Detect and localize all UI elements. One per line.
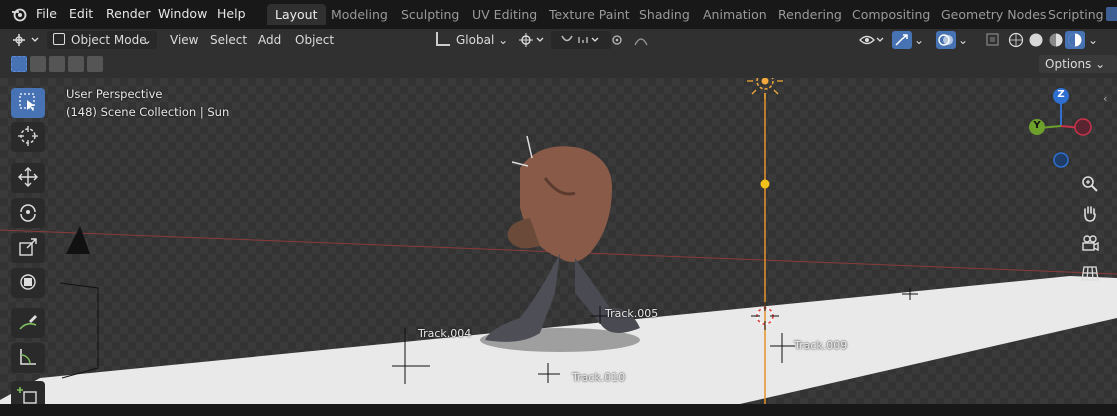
- select-mode-intersect-icon[interactable]: [87, 56, 103, 72]
- chevron-down-icon: ⌄: [498, 33, 509, 47]
- transform-tool[interactable]: [11, 268, 45, 298]
- shading-wireframe-icon[interactable]: [1007, 31, 1025, 49]
- track-label-010: Track.010: [572, 371, 626, 384]
- select-box-tool[interactable]: [11, 88, 45, 118]
- overlays-dropdown-icon[interactable]: ⌄: [958, 31, 968, 49]
- track-label-009: Track.009: [794, 339, 848, 352]
- hand-icon[interactable]: [1078, 201, 1102, 225]
- overlays-icon[interactable]: [936, 31, 956, 49]
- scale-tool[interactable]: [11, 233, 45, 263]
- move-tool[interactable]: [11, 163, 45, 193]
- sun-light-icon: [747, 78, 783, 99]
- rotate-tool[interactable]: [11, 198, 45, 228]
- transform-icon: [17, 271, 39, 296]
- tab-animation[interactable]: Animation: [695, 4, 775, 25]
- show-gizmo-icon[interactable]: [892, 31, 912, 49]
- select-mode-subtract-icon[interactable]: [49, 56, 65, 72]
- rotate-icon: [17, 201, 39, 226]
- 3d-viewport[interactable]: Z Y User Perspective (148) Scene Collect…: [0, 78, 1117, 404]
- shading-dropdown-icon[interactable]: ⌄: [1088, 31, 1098, 49]
- scene-collection-label: (148) Scene Collection | Sun: [66, 105, 230, 119]
- cone-object: [66, 226, 90, 254]
- blender-logo-icon[interactable]: [11, 6, 27, 25]
- zoom-icon[interactable]: [1078, 172, 1102, 196]
- visibility-icon[interactable]: [858, 31, 886, 49]
- menu-help[interactable]: Help: [217, 6, 246, 21]
- grid-icon[interactable]: [1078, 261, 1102, 285]
- options-label: Options: [1045, 57, 1092, 71]
- view-perspective-label: User Perspective: [66, 87, 163, 101]
- measure-icon: [17, 346, 39, 371]
- tab-layout[interactable]: Layout: [267, 4, 326, 25]
- tab-uv-editing[interactable]: UV Editing: [464, 4, 545, 25]
- menu-object[interactable]: Object: [295, 31, 334, 49]
- menu-edit[interactable]: Edit: [69, 6, 93, 21]
- track-label-005: Track.005: [605, 307, 659, 320]
- transform-orientation-dropdown[interactable]: Global ⌄: [436, 31, 508, 49]
- menu-select[interactable]: Select: [210, 31, 247, 49]
- gizmo-z-label[interactable]: Z: [1056, 89, 1066, 100]
- gizmo-dropdown-icon[interactable]: ⌄: [914, 31, 924, 49]
- add-cube-icon: [17, 384, 39, 405]
- editor-type-icon[interactable]: [10, 31, 40, 49]
- add-cube-tool[interactable]: [11, 381, 45, 404]
- camera-frustum: [59, 282, 99, 379]
- orientation-label: Global: [456, 33, 495, 47]
- select-mode-new-icon[interactable]: [11, 56, 27, 72]
- top-bar: File Edit Render Window Help Layout Mode…: [0, 0, 1117, 29]
- tool-settings-bar: Options ⌄: [0, 51, 1117, 78]
- scene-selector-icon[interactable]: [1106, 7, 1117, 21]
- tab-modeling[interactable]: Modeling: [323, 4, 396, 25]
- snap-icon[interactable]: [551, 31, 611, 49]
- tab-shading[interactable]: Shading: [631, 4, 698, 25]
- annotate-icon: [17, 311, 39, 336]
- tab-sculpting[interactable]: Sculpting: [393, 4, 467, 25]
- select-box-icon: [18, 92, 38, 115]
- viewport-header: Object Mode ⌄ View Select Add Object Glo…: [0, 29, 1117, 51]
- shading-material-icon[interactable]: [1047, 31, 1065, 49]
- select-mode-difference-icon[interactable]: [68, 56, 84, 72]
- chevron-down-icon: ⌄: [141, 33, 152, 47]
- tab-rendering[interactable]: Rendering: [770, 4, 850, 25]
- menu-add[interactable]: Add: [258, 31, 281, 49]
- proportional-editing-icon[interactable]: [608, 31, 662, 49]
- annotate-tool[interactable]: [11, 308, 45, 338]
- viewport-scene: [0, 78, 1117, 404]
- options-dropdown[interactable]: Options ⌄: [1039, 55, 1117, 73]
- cursor-tool[interactable]: [11, 122, 45, 152]
- mode-dropdown[interactable]: Object Mode ⌄: [47, 31, 157, 49]
- tab-compositing[interactable]: Compositing: [844, 4, 938, 25]
- menu-view[interactable]: View: [170, 31, 198, 49]
- menu-window[interactable]: Window: [158, 6, 207, 21]
- gizmo-y-label[interactable]: Y: [1032, 120, 1042, 131]
- sidebar-toggle-icon[interactable]: ‹: [1103, 92, 1107, 105]
- object-mode-icon: [53, 33, 65, 45]
- camera-icon[interactable]: [1078, 231, 1102, 255]
- tab-scripting[interactable]: Scripting: [1040, 4, 1108, 25]
- measure-tool[interactable]: [11, 343, 45, 373]
- sun-target-dot: [760, 179, 770, 189]
- shading-solid-icon[interactable]: [1027, 31, 1045, 49]
- tab-geometry-nodes[interactable]: Geometry Nodes: [933, 4, 1054, 25]
- menu-render[interactable]: Render: [106, 6, 151, 21]
- scale-icon: [17, 236, 39, 261]
- shading-rendered-icon[interactable]: [1065, 31, 1085, 49]
- orientation-icon: [436, 32, 450, 46]
- mode-label: Object Mode: [71, 33, 147, 47]
- cursor-icon: [17, 125, 39, 150]
- xray-icon[interactable]: [985, 31, 1001, 49]
- tab-texture-paint[interactable]: Texture Paint: [541, 4, 638, 25]
- menu-file[interactable]: File: [36, 6, 57, 21]
- track-label-004: Track.004: [418, 327, 472, 340]
- chevron-down-icon: ⌄: [1095, 57, 1106, 71]
- select-mode-extend-icon[interactable]: [30, 56, 46, 72]
- move-icon: [17, 166, 39, 191]
- status-bar: [0, 404, 1117, 416]
- pivot-point-icon[interactable]: [517, 31, 545, 49]
